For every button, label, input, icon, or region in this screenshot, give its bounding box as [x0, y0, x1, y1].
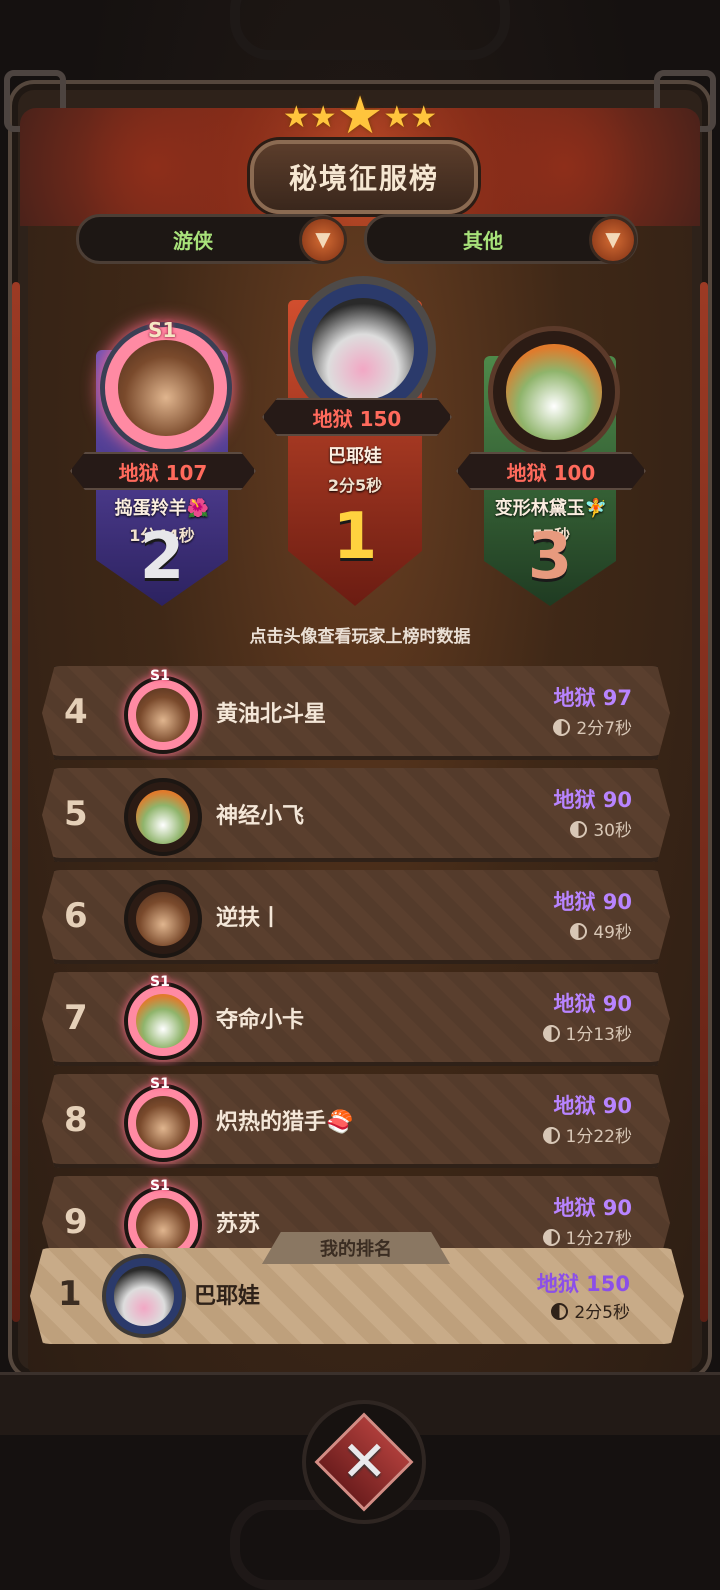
row-rank: 5	[64, 794, 88, 834]
time-value: 49秒	[593, 923, 632, 943]
close-button[interactable]: ✕	[302, 1400, 426, 1524]
title-plate: 秘境征服榜	[250, 140, 478, 214]
clock-icon	[542, 1127, 560, 1144]
table-row[interactable]: 8 S1 炽热的猎手🍣 地狱 90 1分22秒	[42, 1074, 670, 1168]
season-badge: S1	[150, 1178, 170, 1194]
podium-score-third: 地狱 100	[456, 452, 646, 490]
fox-avatar-icon	[506, 344, 602, 440]
player-avatar[interactable]	[124, 880, 202, 958]
podium-name-third: 变形林黛玉🧚	[494, 498, 608, 519]
clock-icon	[553, 719, 571, 736]
background-ornament	[230, 0, 510, 60]
class-filter-dropdown[interactable]: 游侠 ▼	[76, 214, 347, 264]
rating-stars: ★★★★★	[262, 88, 458, 144]
clock-icon	[542, 1229, 560, 1246]
row-rank: 7	[64, 998, 88, 1038]
table-row[interactable]: 5 神经小飞 地狱 90 30秒	[42, 768, 670, 862]
season-badge: S1	[150, 1076, 170, 1092]
page-title: 秘境征服榜	[288, 162, 439, 195]
time-value: 2分5秒	[574, 1303, 630, 1323]
season-badge: S1	[148, 318, 177, 342]
row-rank: 9	[64, 1202, 88, 1242]
player-name: 逆扶丨	[216, 906, 283, 931]
clock-icon	[542, 1025, 560, 1042]
close-icon: ✕	[340, 1428, 388, 1494]
player-score: 地狱 97	[553, 686, 632, 710]
player-score: 地狱 90	[553, 890, 632, 914]
podium-rank-third: 3	[527, 520, 573, 594]
player-time: 1分27秒	[542, 1224, 632, 1249]
player-score: 地狱 90	[553, 1094, 632, 1118]
podium-rank-second: 2	[139, 520, 185, 594]
class-filter-label: 游侠	[173, 229, 213, 253]
podium-name-first: 巴耶娃	[328, 446, 382, 467]
podium-score-first: 地狱 150	[262, 398, 452, 436]
my-rank-number: 1	[58, 1274, 82, 1314]
clock-icon	[570, 923, 588, 940]
podium-score-second: 地狱 107	[70, 452, 256, 490]
podium-name-second: 捣蛋羚羊🌺	[114, 498, 210, 519]
cow-avatar-icon	[312, 298, 414, 400]
player-name: 黄油北斗星	[216, 702, 327, 727]
my-avatar[interactable]	[102, 1254, 186, 1338]
chevron-down-icon[interactable]: ▼	[589, 216, 637, 264]
hint-text: 点击头像查看玩家上榜时数据	[249, 627, 471, 647]
player-time: 1分13秒	[542, 1020, 632, 1045]
star-icon: ★★	[282, 100, 337, 135]
table-row[interactable]: 6 逆扶丨 地狱 90 49秒	[42, 870, 670, 964]
player-avatar[interactable]	[124, 982, 202, 1060]
player-avatar[interactable]	[124, 676, 202, 754]
podium-time-first: 2分5秒	[327, 476, 383, 495]
player-avatar[interactable]	[124, 1084, 202, 1162]
close-diamond: ✕	[314, 1412, 414, 1512]
row-rank: 8	[64, 1100, 88, 1140]
time-value: 1分27秒	[565, 1229, 632, 1249]
table-row[interactable]: 4 S1 黄油北斗星 地狱 97 2分7秒	[42, 666, 670, 760]
bear-avatar-icon	[135, 1095, 191, 1151]
my-name: 巴耶娃	[194, 1284, 261, 1309]
time-value: 1分13秒	[565, 1025, 632, 1045]
player-name: 苏苏	[216, 1212, 261, 1237]
player-name: 炽热的猎手🍣	[216, 1110, 354, 1135]
time-value: 2分7秒	[576, 719, 632, 739]
side-rail	[700, 282, 708, 1322]
bear-avatar-icon	[135, 687, 191, 743]
player-avatar[interactable]	[124, 778, 202, 856]
my-time: 2分5秒	[551, 1298, 630, 1323]
fox-avatar-icon	[135, 993, 191, 1049]
player-time: 2分7秒	[553, 714, 632, 739]
fox-avatar-icon	[135, 789, 191, 845]
row-rank: 6	[64, 896, 88, 936]
chevron-down-icon[interactable]: ▼	[299, 216, 347, 264]
other-filter-label: 其他	[463, 229, 503, 253]
time-value: 30秒	[593, 821, 632, 841]
player-time: 30秒	[570, 816, 632, 841]
cow-avatar-icon	[114, 1266, 174, 1326]
player-name: 夺命小卡	[216, 1008, 305, 1033]
player-time: 49秒	[570, 918, 632, 943]
table-row[interactable]: 7 S1 夺命小卡 地狱 90 1分13秒	[42, 972, 670, 1066]
player-score: 地狱 90	[553, 1196, 632, 1220]
player-score: 地狱 90	[553, 788, 632, 812]
player-score: 地狱 90	[553, 992, 632, 1016]
other-filter-dropdown[interactable]: 其他 ▼	[364, 214, 638, 264]
clock-icon	[570, 821, 588, 838]
side-rail	[12, 282, 20, 1322]
podium-avatar-third[interactable]	[488, 326, 620, 458]
season-badge: S1	[150, 974, 170, 990]
player-time: 1分22秒	[542, 1122, 632, 1147]
season-badge: S1	[150, 668, 170, 684]
star-icon: ★★	[383, 100, 438, 135]
time-value: 1分22秒	[565, 1127, 632, 1147]
my-score: 地狱 150	[536, 1272, 630, 1296]
star-icon: ★	[336, 86, 384, 146]
bear-avatar-icon	[135, 891, 191, 947]
my-rank-tab: 我的排名	[262, 1232, 450, 1264]
bear-avatar-icon	[135, 1197, 191, 1253]
player-name: 神经小飞	[216, 804, 305, 829]
clock-icon	[551, 1303, 569, 1320]
row-rank: 4	[64, 692, 88, 732]
bear-avatar-icon	[118, 340, 214, 436]
podium-rank-first: 1	[332, 500, 378, 574]
